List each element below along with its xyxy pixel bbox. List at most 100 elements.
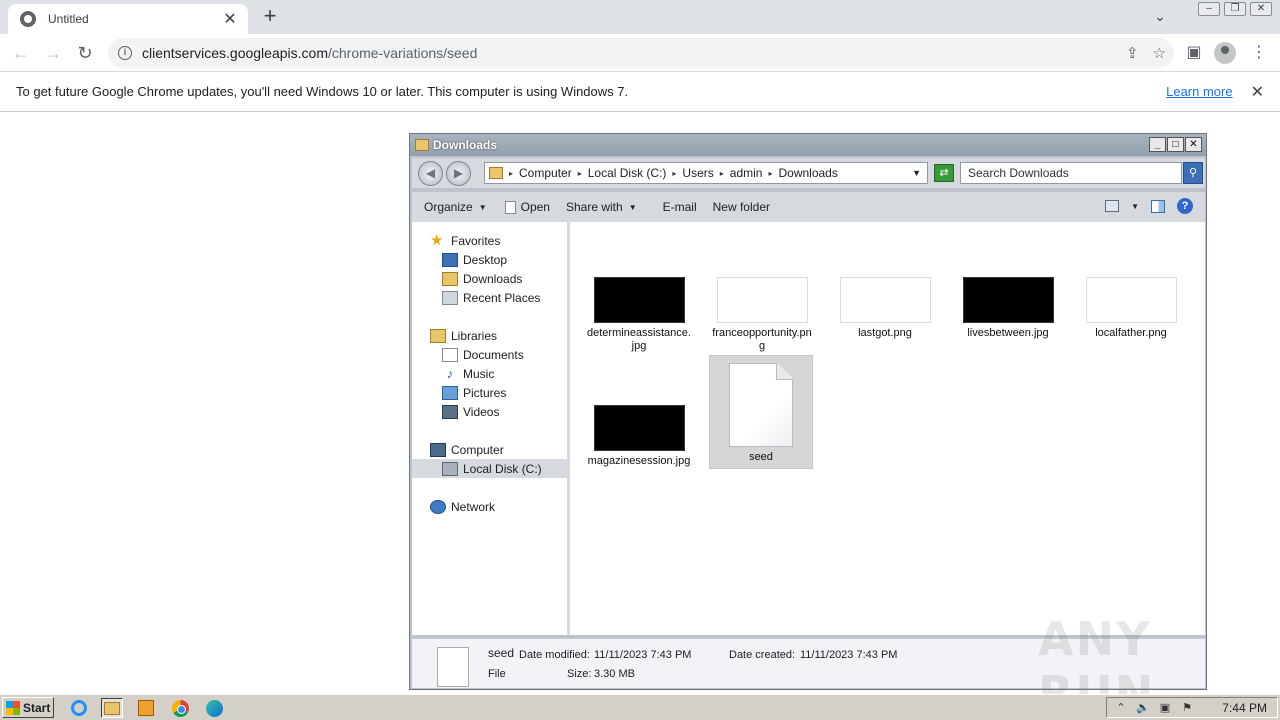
nav-videos-label: Videos bbox=[463, 404, 500, 419]
tab-close-icon[interactable]: ✕ bbox=[218, 9, 242, 29]
recent-places-icon bbox=[442, 290, 458, 305]
nav-recent-places[interactable]: Recent Places bbox=[442, 288, 540, 307]
refresh-icon[interactable]: ⇄ bbox=[934, 164, 954, 182]
back-button[interactable]: ◀ bbox=[418, 161, 443, 186]
start-label: Start bbox=[23, 700, 51, 715]
chevron-down-icon[interactable]: ▼ bbox=[912, 168, 921, 178]
reload-icon[interactable]: ↻ bbox=[72, 40, 98, 66]
folder-icon bbox=[415, 139, 429, 151]
network-tray-icon[interactable]: ▣ bbox=[1157, 701, 1173, 714]
clock[interactable]: 7:44 PM bbox=[1222, 701, 1267, 715]
chevron-right-icon[interactable]: ▸ bbox=[672, 169, 676, 178]
chevron-right-icon[interactable]: ▸ bbox=[768, 169, 772, 178]
nav-downloads-label: Downloads bbox=[463, 271, 523, 286]
share-icon[interactable]: ⇪ bbox=[1126, 44, 1139, 62]
nav-network-label: Network bbox=[451, 499, 496, 514]
ie-icon[interactable] bbox=[68, 698, 90, 718]
infobar-message: To get future Google Chrome updates, you… bbox=[16, 84, 629, 99]
nav-pictures[interactable]: Pictures bbox=[442, 383, 506, 402]
media-player-icon[interactable] bbox=[135, 698, 157, 718]
image-thumbnail bbox=[1085, 277, 1177, 323]
avatar bbox=[1214, 42, 1236, 64]
menu-dots-icon[interactable]: ⋮ bbox=[1246, 40, 1272, 66]
minimize-button[interactable]: _ bbox=[1149, 137, 1166, 152]
show-hidden-icons-icon[interactable]: ⌃ bbox=[1113, 701, 1129, 714]
flag-icon[interactable]: ⚑ bbox=[1179, 701, 1195, 714]
nav-network[interactable]: Network bbox=[430, 497, 495, 516]
new-folder-button[interactable]: New folder bbox=[713, 200, 770, 214]
help-icon[interactable]: ? bbox=[1177, 198, 1193, 214]
nav-computer[interactable]: Computer bbox=[430, 440, 504, 459]
nav-local-disk[interactable]: Local Disk (C:) bbox=[412, 459, 567, 478]
breadcrumb-downloads[interactable]: Downloads bbox=[778, 166, 837, 180]
breadcrumb-admin[interactable]: admin bbox=[730, 166, 763, 180]
view-options-icon[interactable] bbox=[1105, 200, 1120, 212]
side-panel-icon[interactable]: ▣ bbox=[1181, 40, 1207, 66]
start-button[interactable]: Start bbox=[2, 697, 54, 718]
file-name: determineassistance.jpg bbox=[587, 327, 691, 352]
chevron-down-icon[interactable]: ⌄ bbox=[1150, 8, 1170, 26]
file-item[interactable]: lastgot.png bbox=[833, 277, 937, 340]
explorer-taskbar-icon[interactable] bbox=[101, 698, 123, 718]
file-item-selected[interactable]: seed bbox=[709, 355, 813, 469]
chrome-icon[interactable] bbox=[169, 698, 191, 718]
windows-logo-icon bbox=[6, 700, 20, 715]
file-item[interactable]: localfather.png bbox=[1079, 277, 1183, 340]
open-label: Open bbox=[520, 200, 550, 214]
explorer-titlebar[interactable]: Downloads _ □ ✕ bbox=[410, 134, 1206, 156]
minimize-button[interactable]: – bbox=[1198, 2, 1220, 16]
file-item[interactable]: franceopportunity.png bbox=[710, 277, 814, 353]
image-thumbnail bbox=[593, 277, 685, 323]
profile-button[interactable] bbox=[1212, 40, 1238, 66]
nav-downloads[interactable]: Downloads bbox=[442, 269, 522, 288]
document-icon bbox=[729, 363, 793, 447]
documents-icon bbox=[442, 347, 458, 362]
breadcrumb-local-disk[interactable]: Local Disk (C:) bbox=[588, 166, 667, 180]
breadcrumb-users[interactable]: Users bbox=[682, 166, 713, 180]
forward-arrow-icon[interactable]: → bbox=[40, 40, 66, 66]
breadcrumb-computer[interactable]: Computer bbox=[519, 166, 572, 180]
learn-more-link[interactable]: Learn more bbox=[1166, 84, 1232, 99]
volume-icon[interactable]: 🔈 bbox=[1135, 701, 1151, 714]
nav-desktop[interactable]: Desktop bbox=[442, 250, 507, 269]
preview-pane-icon[interactable] bbox=[1151, 199, 1165, 213]
nav-videos[interactable]: Videos bbox=[442, 402, 499, 421]
chevron-right-icon[interactable]: ▸ bbox=[578, 169, 582, 178]
close-button[interactable]: ✕ bbox=[1185, 137, 1202, 152]
browser-toolbar: ← → ↻ i clientservices.googleapis.com/ch… bbox=[0, 34, 1280, 72]
open-button[interactable]: Open bbox=[504, 200, 550, 214]
organize-button[interactable]: Organize ▼ bbox=[424, 200, 487, 214]
edge-icon[interactable] bbox=[203, 698, 225, 718]
new-tab-button[interactable]: + bbox=[258, 5, 282, 29]
chevron-right-icon[interactable]: ▸ bbox=[720, 169, 724, 178]
address-bar[interactable]: i clientservices.googleapis.com/chrome-v… bbox=[108, 38, 1174, 68]
restore-button[interactable]: ❐ bbox=[1224, 2, 1246, 16]
breadcrumb[interactable]: ▸ Computer ▸ Local Disk (C:) ▸ Users ▸ a… bbox=[484, 162, 928, 184]
close-button[interactable]: ✕ bbox=[1250, 2, 1272, 16]
file-name: livesbetween.jpg bbox=[967, 327, 1049, 339]
maximize-button[interactable]: □ bbox=[1167, 137, 1184, 152]
email-button[interactable]: E-mail bbox=[663, 200, 697, 214]
file-item[interactable]: magazinesession.jpg bbox=[587, 405, 691, 468]
star-icon: ★ bbox=[430, 231, 444, 249]
forward-button[interactable]: ▶ bbox=[446, 161, 471, 186]
command-bar: Organize ▼ Open Share with ▼ E-mail New fo… bbox=[412, 192, 1205, 222]
chevron-down-icon[interactable]: ▼ bbox=[1131, 202, 1139, 211]
chevron-right-icon[interactable]: ▸ bbox=[509, 169, 513, 178]
back-arrow-icon[interactable]: ← bbox=[8, 40, 34, 66]
file-item[interactable]: determineassistance.jpg bbox=[587, 277, 691, 353]
new-folder-label: New folder bbox=[712, 200, 770, 214]
nav-favorites[interactable]: ★ Favorites bbox=[430, 231, 500, 250]
browser-tab[interactable]: Untitled ✕ bbox=[8, 4, 248, 34]
star-icon[interactable]: ☆ bbox=[1153, 44, 1166, 62]
nav-documents[interactable]: Documents bbox=[442, 345, 524, 364]
share-with-button[interactable]: Share with ▼ bbox=[566, 200, 637, 214]
search-input[interactable]: Search Downloads bbox=[960, 162, 1182, 184]
nav-libraries[interactable]: Libraries bbox=[430, 326, 497, 345]
nav-music[interactable]: ♪ Music bbox=[442, 364, 495, 383]
file-item[interactable]: livesbetween.jpg bbox=[956, 277, 1060, 340]
infobar-close-icon[interactable]: ✕ bbox=[1251, 82, 1264, 102]
search-icon[interactable]: ⚲ bbox=[1183, 162, 1203, 184]
nav-desktop-label: Desktop bbox=[463, 252, 508, 267]
info-icon[interactable]: i bbox=[118, 46, 132, 60]
